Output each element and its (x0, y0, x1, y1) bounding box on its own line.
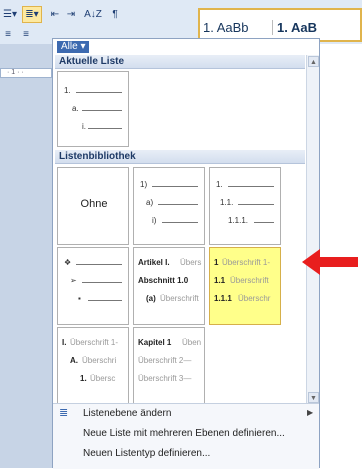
sort-icon[interactable]: A↓Z (82, 6, 104, 23)
increase-indent-icon[interactable]: ⇥ (64, 6, 78, 23)
align-center-icon[interactable]: ≡ (20, 26, 32, 43)
article-level-3-text: Überschrift (160, 294, 199, 303)
article-level-1: Artikel I. (138, 258, 170, 267)
submenu-arrow-icon: ▶ (307, 408, 314, 417)
style-list-number[interactable]: 1. AaBb (203, 20, 249, 35)
none-label: Ohne (80, 198, 108, 210)
numeric-level-2: a) (146, 198, 154, 207)
article-level-2: Abschnitt 1.0 (138, 276, 189, 285)
chapter-level-1-text: Üben (182, 338, 202, 347)
numeric-level-3: i) (152, 216, 157, 225)
decimal-level-1: 1. (216, 180, 223, 189)
roman-level-2-text: Überschri (82, 356, 117, 365)
decrease-indent-icon[interactable]: ⇤ (48, 6, 62, 23)
heading-level-1-text: Überschrift 1- (222, 258, 271, 267)
symbol-level-3: ▪ (78, 294, 81, 303)
scroll-down-icon[interactable]: ▼ (308, 392, 319, 403)
list-decimal-thumb[interactable]: 1. 1.1. 1.1.1. (209, 167, 281, 245)
roman-level-2: A. (70, 356, 78, 365)
bullets-icon[interactable]: ☰▾ (0, 6, 20, 23)
red-arrow-icon (302, 249, 358, 275)
menu-define-multilevel-list[interactable]: Neue Liste mit mehreren Ebenen definiere… (83, 428, 285, 439)
list-article-thumb[interactable]: Artikel I. Übers Abschnitt 1.0 (a) Übers… (133, 247, 205, 325)
current-level-1: 1. (64, 86, 71, 95)
symbol-level-1: ❖ (64, 258, 72, 267)
chapter-level-2-text: Überschrift 2— (138, 356, 192, 365)
document-margin (0, 44, 52, 468)
symbol-level-2: ➢ (70, 276, 77, 285)
multilevel-list-icon[interactable]: ≣▾ (22, 6, 42, 23)
numeric-level-1: 1) (140, 180, 148, 189)
roman-level-3: 1. (80, 374, 87, 383)
list-none-thumb[interactable]: Ohne (57, 167, 129, 245)
roman-level-1-text: Überschrift 1- (70, 338, 119, 347)
list-heading-thumb[interactable]: 1 Überschrift 1- 1.1 Überschrift 1.1.1 Ü… (209, 247, 281, 325)
chapter-level-1: Kapitel 1 (138, 338, 172, 347)
roman-level-1: I. (62, 338, 67, 347)
multilevel-list-dropdown: Alle ▾ Aktuelle Liste 1. a. i. Listenbib… (52, 38, 320, 469)
heading-level-3: 1.1.1 (214, 294, 232, 303)
heading-level-2: 1.1 (214, 276, 226, 285)
list-chapter-thumb[interactable]: Kapitel 1 Üben Überschrift 2— Überschrif… (133, 327, 205, 405)
list-level-icon: ≣ (59, 407, 69, 419)
article-level-1-text: Übers (180, 258, 202, 267)
list-numeric-paren-thumb[interactable]: 1) a) i) (133, 167, 205, 245)
section-list-library: Listenbibliothek (55, 150, 305, 164)
filter-dropdown[interactable]: Alle ▾ (57, 41, 90, 53)
heading-level-1: 1 (214, 258, 219, 267)
style-heading-1[interactable]: 1. AaB (272, 20, 317, 35)
menu-define-list-style[interactable]: Neuen Listentyp definieren... (83, 448, 210, 459)
current-level-3: i. (82, 122, 86, 131)
article-level-3: (a) (146, 294, 156, 303)
ruler: · 1 · · (0, 68, 52, 78)
roman-level-3-text: Übersc (90, 374, 116, 383)
current-level-2: a. (72, 104, 79, 113)
current-list-thumb[interactable]: 1. a. i. (57, 71, 129, 147)
menu-change-list-level[interactable]: Listenebene ändern (83, 408, 171, 419)
pilcrow-icon[interactable]: ¶ (108, 6, 122, 23)
decimal-level-3: 1.1.1. (228, 216, 249, 225)
align-left-icon[interactable]: ≡ (2, 26, 14, 43)
scroll-up-icon[interactable]: ▲ (308, 56, 319, 67)
list-symbols-thumb[interactable]: ❖ ➢ ▪ (57, 247, 129, 325)
heading-level-3-text: Überschr (238, 294, 271, 303)
decimal-level-2: 1.1. (220, 198, 234, 207)
heading-level-2-text: Überschrift (230, 276, 269, 285)
list-roman-thumb[interactable]: I. Überschrift 1- A. Überschri 1. Übersc (57, 327, 129, 405)
list-menu: ≣ Listenebene ändern ▶ Neue Liste mit me… (53, 403, 319, 469)
section-current-list: Aktuelle Liste (55, 55, 305, 69)
scrollbar[interactable]: ▲ ▼ (306, 55, 319, 405)
chapter-level-3-text: Überschrift 3— (138, 374, 192, 383)
